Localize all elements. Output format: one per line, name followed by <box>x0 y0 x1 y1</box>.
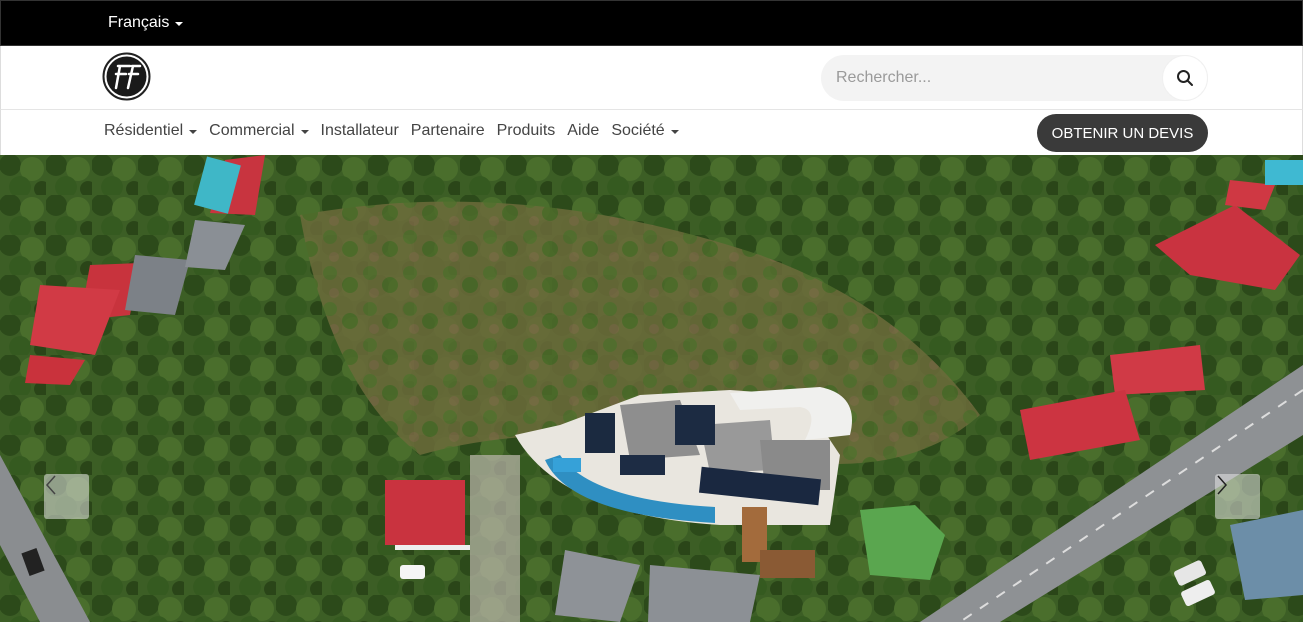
nav-items: Résidentiel Commercial Installateur Part… <box>104 122 679 140</box>
language-label: Français <box>108 14 170 31</box>
nav-item-partenaire[interactable]: Partenaire <box>411 122 485 140</box>
hero-image <box>0 155 1303 622</box>
search-icon <box>1177 70 1193 86</box>
search-button[interactable] <box>1162 55 1208 101</box>
main-nav: Résidentiel Commercial Installateur Part… <box>0 110 1303 155</box>
get-quote-button[interactable]: OBTENIR UN DEVIS <box>1037 114 1208 152</box>
caret-down-icon <box>175 22 184 26</box>
chevron-right-icon <box>1217 475 1228 495</box>
carousel-prev-button[interactable] <box>44 474 89 519</box>
nav-label: Résidentiel <box>104 122 184 139</box>
hero-carousel <box>0 155 1303 622</box>
top-bar: Français <box>0 0 1303 46</box>
brand-logo[interactable] <box>102 52 151 101</box>
header <box>0 46 1303 110</box>
nav-label: Partenaire <box>410 122 485 139</box>
caret-down-icon <box>670 130 679 134</box>
nav-item-commercial[interactable]: Commercial <box>209 122 309 140</box>
carousel-next-button[interactable] <box>1215 474 1260 519</box>
chevron-left-icon <box>45 475 56 495</box>
nav-label: Aide <box>567 122 600 139</box>
nav-label: Société <box>611 122 665 139</box>
nav-item-societe[interactable]: Société <box>611 122 679 140</box>
nav-label: Produits <box>496 122 556 139</box>
caret-down-icon <box>189 130 198 134</box>
nav-item-produits[interactable]: Produits <box>497 122 556 140</box>
language-selector[interactable]: Français <box>108 14 184 32</box>
nav-item-installateur[interactable]: Installateur <box>321 122 399 140</box>
nav-label: Commercial <box>209 122 295 139</box>
search-input[interactable] <box>821 55 1162 101</box>
nav-label: Installateur <box>320 122 399 139</box>
nav-item-aide[interactable]: Aide <box>567 122 599 140</box>
nav-item-residentiel[interactable]: Résidentiel <box>104 122 198 140</box>
caret-down-icon <box>300 130 309 134</box>
search-bar <box>821 55 1208 101</box>
